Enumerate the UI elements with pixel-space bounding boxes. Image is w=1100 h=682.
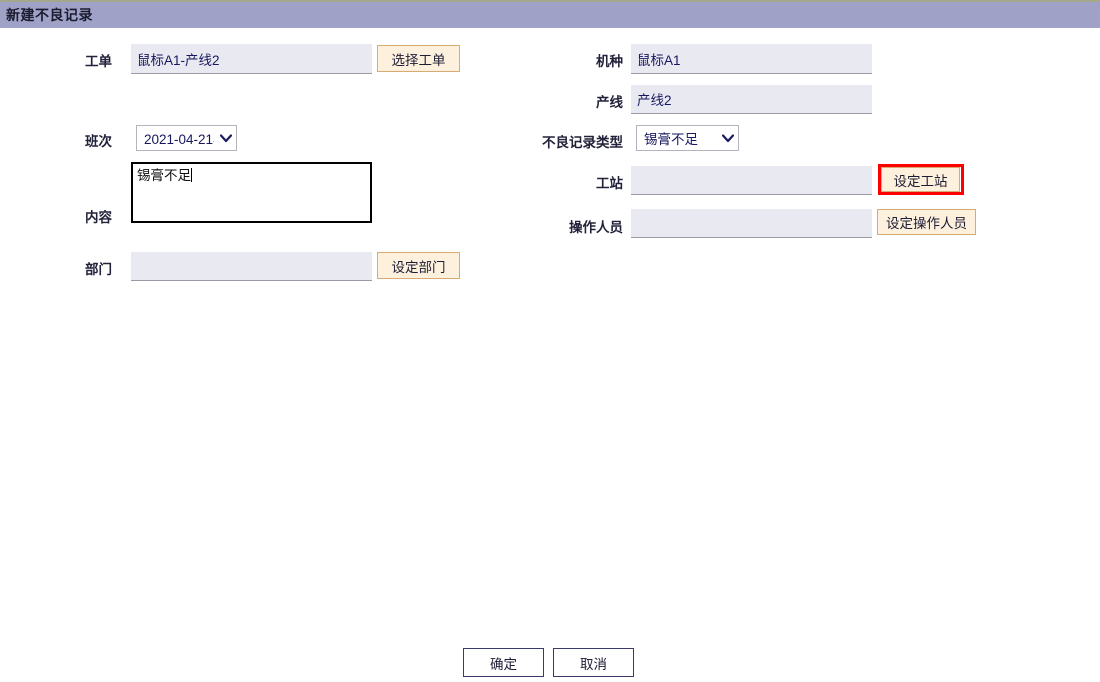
workstation-label: 工站 bbox=[596, 176, 623, 191]
chevron-down-icon bbox=[219, 133, 233, 143]
set-department-button[interactable]: 设定部门 bbox=[377, 252, 460, 279]
department-input[interactable] bbox=[131, 252, 372, 281]
defect-type-label: 不良记录类型 bbox=[542, 135, 623, 150]
set-operator-button[interactable]: 设定操作人员 bbox=[877, 209, 976, 235]
model-label: 机种 bbox=[596, 54, 623, 69]
defect-type-select-value: 锡膏不足 bbox=[644, 132, 698, 147]
operator-label: 操作人员 bbox=[569, 220, 623, 235]
operator-input[interactable] bbox=[631, 209, 872, 238]
work-order-label: 工单 bbox=[85, 54, 112, 69]
new-defect-record-dialog: 新建不良记录 工单 鼠标A1-产线2 选择工单 班次 2021-04-21早 内… bbox=[0, 0, 1100, 682]
select-work-order-button[interactable]: 选择工单 bbox=[377, 45, 460, 72]
chevron-down-icon bbox=[721, 133, 735, 143]
workstation-input[interactable] bbox=[631, 166, 872, 195]
work-order-input[interactable]: 鼠标A1-产线2 bbox=[131, 44, 372, 74]
content-label: 内容 bbox=[85, 210, 112, 225]
department-label: 部门 bbox=[85, 262, 112, 277]
defect-type-select[interactable]: 锡膏不足 bbox=[636, 125, 739, 151]
content-textarea-text: 锡膏不足 bbox=[137, 168, 192, 183]
shift-select-value: 2021-04-21早 bbox=[144, 132, 214, 147]
shift-label: 班次 bbox=[85, 134, 112, 149]
production-line-input[interactable]: 产线2 bbox=[631, 85, 872, 114]
text-caret bbox=[191, 168, 192, 182]
confirm-button[interactable]: 确定 bbox=[463, 648, 544, 677]
page-title: 新建不良记录 bbox=[6, 7, 93, 23]
content-textarea[interactable]: 锡膏不足 bbox=[131, 162, 372, 223]
production-line-label: 产线 bbox=[596, 95, 623, 110]
shift-select[interactable]: 2021-04-21早 bbox=[136, 125, 237, 151]
dialog-titlebar: 新建不良记录 bbox=[0, 0, 1100, 28]
model-input[interactable]: 鼠标A1 bbox=[631, 44, 872, 74]
set-workstation-button[interactable]: 设定工站 bbox=[881, 167, 960, 192]
cancel-button[interactable]: 取消 bbox=[553, 648, 634, 677]
